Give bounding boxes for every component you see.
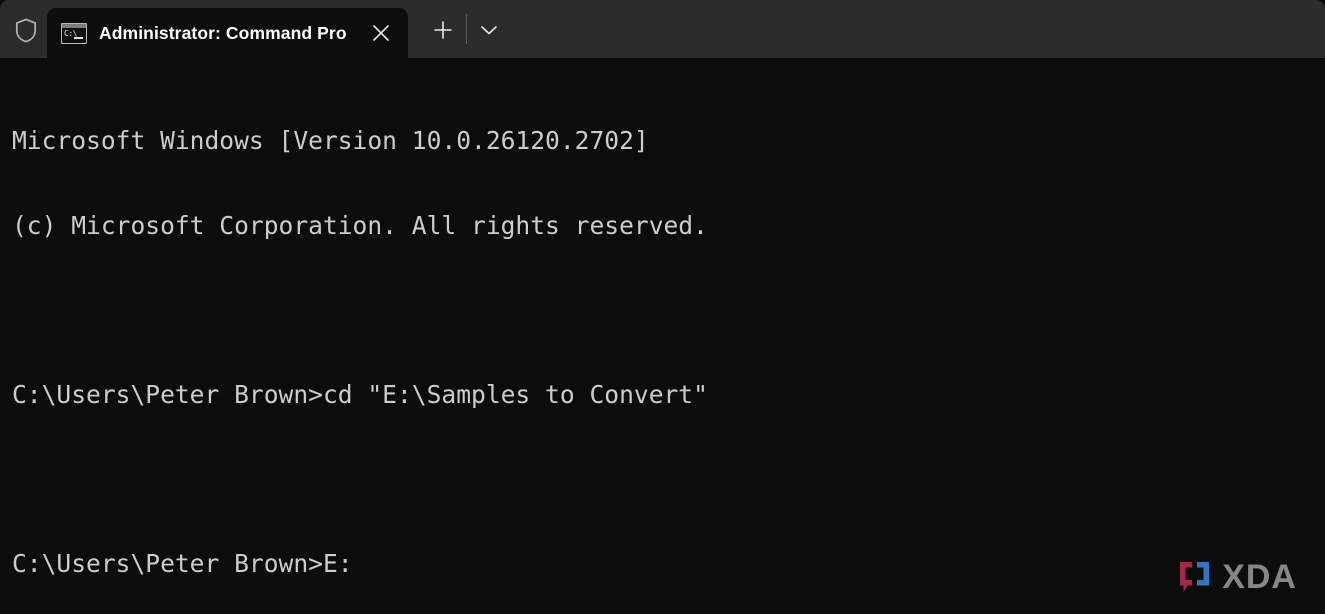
command-prompt-window: C:\ Administrator: Command Pro Microsoft…	[0, 0, 1325, 614]
new-tab-button[interactable]	[424, 12, 462, 48]
terminal-output-area[interactable]: Microsoft Windows [Version 10.0.26120.27…	[0, 58, 1325, 614]
xda-logo-icon	[1177, 560, 1215, 594]
tab-administrator-command-prompt[interactable]: C:\ Administrator: Command Pro	[47, 8, 408, 58]
toolbar-divider	[466, 14, 467, 44]
tab-title: Administrator: Command Pro	[99, 22, 347, 43]
console-line: (c) Microsoft Corporation. All rights re…	[12, 211, 708, 240]
console-line: Microsoft Windows [Version 10.0.26120.27…	[12, 126, 649, 156]
xda-watermark: XDA	[1177, 556, 1297, 598]
chevron-down-icon[interactable]	[470, 12, 508, 48]
console-text: Microsoft Windows [Version 10.0.26120.27…	[12, 71, 1325, 614]
console-line: C:\Users\Peter Brown>cd "E:\Samples to C…	[12, 380, 708, 410]
shield-icon	[9, 14, 43, 46]
title-bar: C:\ Administrator: Command Pro	[0, 0, 1325, 58]
console-line: C:\Users\Peter Brown>E:	[12, 549, 353, 579]
close-icon[interactable]	[364, 16, 398, 50]
xda-wordmark: XDA	[1222, 558, 1297, 596]
console-window-icon: C:\	[61, 22, 87, 44]
